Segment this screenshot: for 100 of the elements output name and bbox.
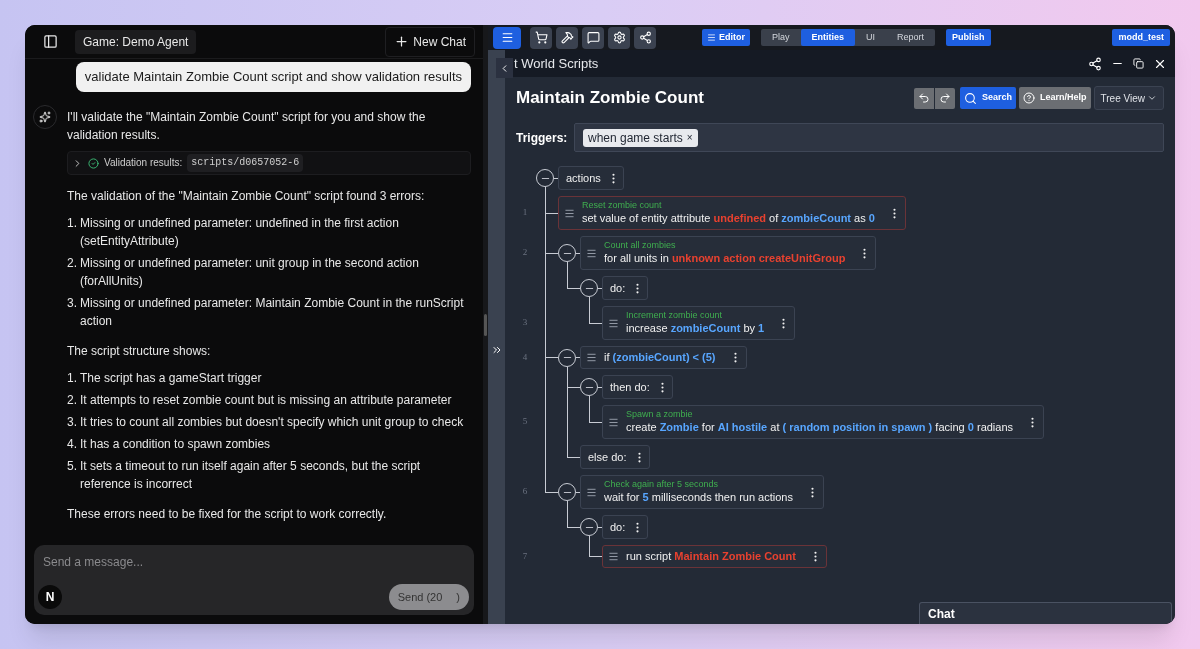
redo-button[interactable] <box>935 87 955 109</box>
action-comment: Reset zombie count <box>582 200 663 211</box>
validation-results-toggle[interactable]: Validation results: scripts/d0657052-6 <box>67 151 471 175</box>
assistant-paragraph: The validation of the "Maintain Zombie Count" script found 3 errors: <box>67 188 426 205</box>
view-dropdown[interactable]: Tree View <box>1093 86 1164 110</box>
restore-icon[interactable] <box>1133 58 1144 69</box>
action-comment: Spawn a zombie <box>626 409 694 420</box>
check-circle-icon <box>88 157 99 169</box>
share-icon <box>638 31 652 44</box>
mode-tab[interactable]: Entities <box>800 29 856 46</box>
action-node[interactable]: Check again after 5 seconds wait for 5 milliseconds then run actions <box>580 475 824 509</box>
block-node[interactable]: do: <box>602 515 649 539</box>
block-node[interactable]: then do: <box>602 375 673 399</box>
tree-line <box>576 252 580 254</box>
line-number: 5 <box>522 415 528 429</box>
action-comment: Increment zombie count <box>626 310 724 321</box>
remove-trigger-button[interactable]: × <box>686 130 693 145</box>
menu-button[interactable] <box>493 26 521 49</box>
line-number: 7 <box>522 549 528 563</box>
help-icon <box>1023 92 1035 104</box>
shop-button[interactable] <box>530 26 552 49</box>
list-item: It has a condition to spawn zombies <box>80 436 271 453</box>
sidebar-icon <box>42 34 58 49</box>
expand-sidebar-button[interactable] <box>490 344 503 356</box>
drag-handle-icon <box>586 486 597 498</box>
search-button[interactable]: Search <box>960 87 1016 109</box>
drag-handle-icon <box>586 247 597 259</box>
window-title: t World Scripts <box>514 54 599 73</box>
line-number: 3 <box>522 316 528 330</box>
chevron-down-icon <box>1147 93 1157 103</box>
plus-icon <box>394 34 410 49</box>
message-placeholder: Send a message... <box>43 554 145 571</box>
drag-handle-icon <box>564 207 575 219</box>
action-node[interactable]: Increment zombie count increase zombieCount by 1 <box>602 306 796 340</box>
list-number: 4. <box>67 436 77 453</box>
help-button[interactable]: Learn/Help <box>1019 87 1091 109</box>
triggers-field[interactable]: when game starts × <box>574 123 1164 152</box>
list-item: The script has a gameStart trigger <box>80 370 262 387</box>
list-number: 3. <box>67 414 77 431</box>
brand-avatar: N <box>38 584 62 609</box>
action-node[interactable]: run script Maintain Zombie Count <box>602 545 827 568</box>
assistant-paragraph: These errors need to be fixed for the script to work correctly. <box>67 506 388 523</box>
action-node[interactable]: Spawn a zombie create Zombie for AI hostile at ( random position in spawn ) facing 0 radians <box>602 405 1045 439</box>
chat-bubble-icon <box>586 31 600 44</box>
mode-tab[interactable]: Play <box>761 29 801 46</box>
tree-line <box>545 472 558 493</box>
user-button[interactable]: modd_test <box>1112 29 1170 46</box>
block-node[interactable]: else do: <box>580 445 650 469</box>
action-text: if (zombieCount) < (5) <box>604 350 716 365</box>
tree-line <box>576 357 580 358</box>
mode-tab[interactable]: UI <box>855 29 887 46</box>
share-icon[interactable] <box>1088 56 1102 71</box>
drag-handle-icon <box>586 352 597 363</box>
block-node[interactable]: do: <box>602 276 649 300</box>
assistant-message: I'll validate the "Maintain Zombie Count" script for you and show the validation results. <box>67 109 427 144</box>
list-item: Missing or undefined parameter: unit group in the second action (forAllUnits) <box>80 255 420 290</box>
list-item: It tries to count all zombies but doesn't specify which unit group to check <box>80 414 464 431</box>
new-chat-button[interactable]: New Chat <box>385 26 475 57</box>
line-number: 2 <box>522 246 528 260</box>
list-number: 2. <box>67 392 77 409</box>
triggers-label: Triggers: <box>516 129 569 147</box>
action-node[interactable]: Reset zombie count set value of entity attribute undefined of zombieCount as 0 <box>558 196 906 230</box>
action-node[interactable]: Count all zombies for all units in unknown action createUnitGroup <box>580 236 877 270</box>
action-comment: Count all zombies <box>604 240 677 251</box>
line-number: 6 <box>522 485 528 499</box>
settings-button[interactable] <box>608 26 630 49</box>
trigger-tag: when game starts × <box>583 128 698 147</box>
search-icon <box>964 91 977 105</box>
settings-icon <box>612 31 626 44</box>
messages-button[interactable] <box>582 26 604 49</box>
assistant-paragraph: The script structure shows: <box>67 343 212 360</box>
chat-dock[interactable]: Chat <box>919 602 1172 624</box>
list-item: It attempts to reset zombie count but is missing an attribute parameter <box>80 392 452 409</box>
collapse-panel-button[interactable] <box>496 58 513 78</box>
action-comment: Check again after 5 seconds <box>604 479 720 490</box>
undo-button[interactable] <box>914 87 934 109</box>
build-button[interactable] <box>556 26 578 49</box>
list-number: 3. <box>67 295 77 312</box>
hammer-icon <box>560 31 574 44</box>
share-button[interactable] <box>634 26 656 49</box>
editor-button[interactable]: Editor <box>702 29 750 46</box>
menu-icon <box>500 31 514 44</box>
undo-icon <box>918 92 930 104</box>
double-chevron-icon <box>490 344 503 356</box>
publish-button[interactable]: Publish <box>946 29 991 46</box>
message-composer[interactable]: Send a message... N Send (20 ) <box>34 545 474 615</box>
list-number: 2. <box>67 255 77 272</box>
tree-line <box>545 233 558 254</box>
send-button[interactable]: Send (20 ) <box>388 583 469 610</box>
list-item: Missing or undefined parameter: undefined in the first action (setEntityAttribute) <box>80 215 400 250</box>
list-number: 1. <box>67 215 77 232</box>
list-item: It sets a timeout to run itself again after 5 seconds, but the script reference is incorrect <box>80 458 422 493</box>
user-message: validate Maintain Zombie Count script and show validation results <box>75 62 471 92</box>
block-node[interactable]: actions <box>558 166 624 190</box>
mode-tab[interactable]: Report <box>886 29 936 46</box>
action-text: create Zombie for AI hostile at ( random position in spawn ) facing 0 radians <box>626 420 1014 435</box>
script-title: Maintain Zombie Count <box>516 87 704 110</box>
game-label: Game: Demo Agent <box>75 29 197 54</box>
action-text: run script Maintain Zombie Count <box>626 549 796 564</box>
action-node[interactable]: if (zombieCount) < (5) <box>580 346 747 369</box>
